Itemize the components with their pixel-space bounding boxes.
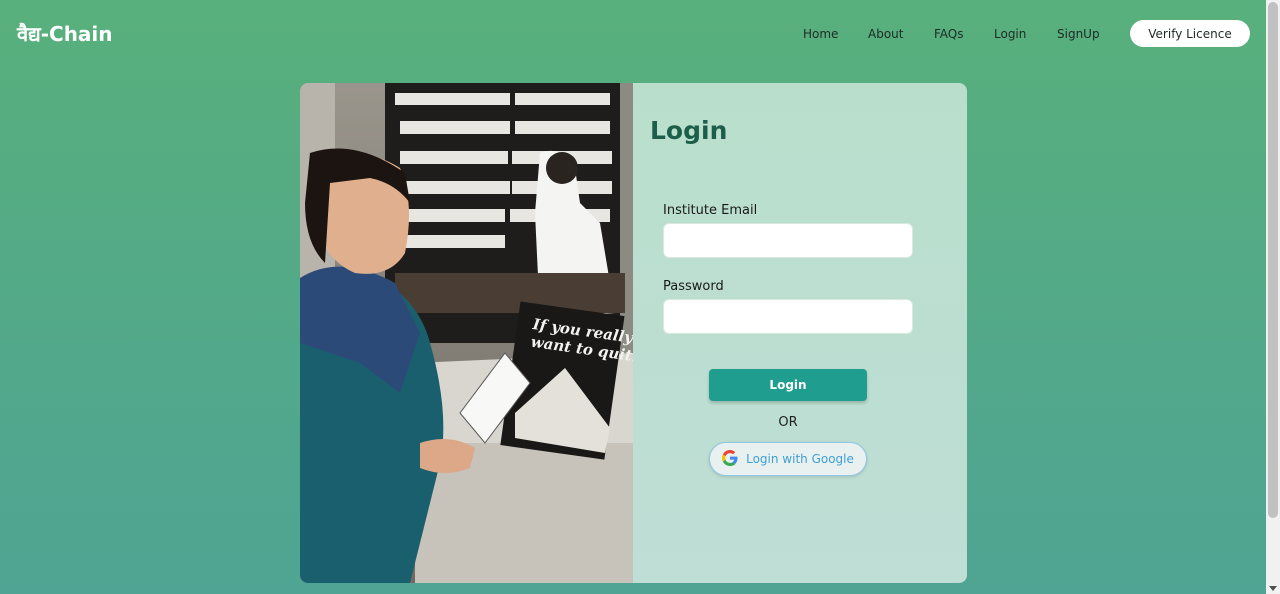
google-login-button[interactable]: Login with Google: [709, 442, 867, 476]
nav-about[interactable]: About: [868, 27, 903, 41]
navbar: वैद्य-Chain Home About FAQs Login SignUp…: [0, 0, 1266, 70]
verify-licence-button[interactable]: Verify Licence: [1130, 20, 1250, 47]
nav-home[interactable]: Home: [803, 27, 838, 41]
login-card: If you really want to quit. Login Instit…: [300, 83, 967, 583]
page-title: Login: [650, 116, 728, 145]
page-scrollbar[interactable]: [1266, 0, 1280, 594]
login-form-panel: Login Institute Email Password Login OR …: [633, 83, 967, 583]
nav-login[interactable]: Login: [994, 27, 1026, 41]
pharmacy-illustration: If you really want to quit.: [300, 83, 633, 583]
pharmacy-photo: If you really want to quit.: [300, 83, 633, 583]
nav-signup[interactable]: SignUp: [1057, 27, 1100, 41]
login-button[interactable]: Login: [709, 369, 867, 401]
email-field[interactable]: [663, 223, 913, 258]
google-login-label: Login with Google: [746, 452, 854, 466]
scrollbar-thumb[interactable]: [1268, 2, 1278, 518]
or-divider: OR: [778, 415, 798, 430]
brand-logo[interactable]: वैद्य-Chain: [17, 20, 113, 47]
email-label: Institute Email: [663, 203, 758, 218]
password-label: Password: [663, 279, 724, 294]
scroll-down-arrow-icon[interactable]: [1269, 586, 1277, 591]
password-field[interactable]: [663, 299, 913, 334]
nav-faqs[interactable]: FAQs: [934, 27, 964, 41]
google-icon: [722, 449, 738, 469]
